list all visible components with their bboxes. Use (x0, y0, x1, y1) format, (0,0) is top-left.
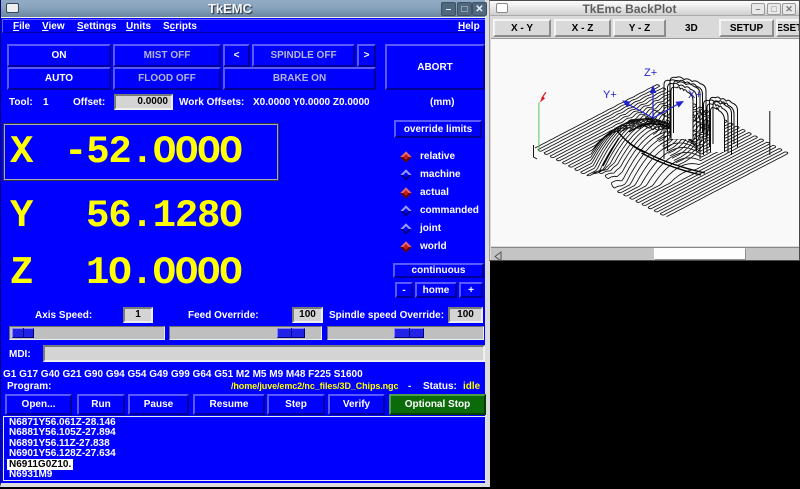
svg-text:X+: X+ (688, 89, 702, 101)
svg-text:Z+: Z+ (644, 67, 657, 79)
svg-text:Y+: Y+ (603, 89, 617, 101)
